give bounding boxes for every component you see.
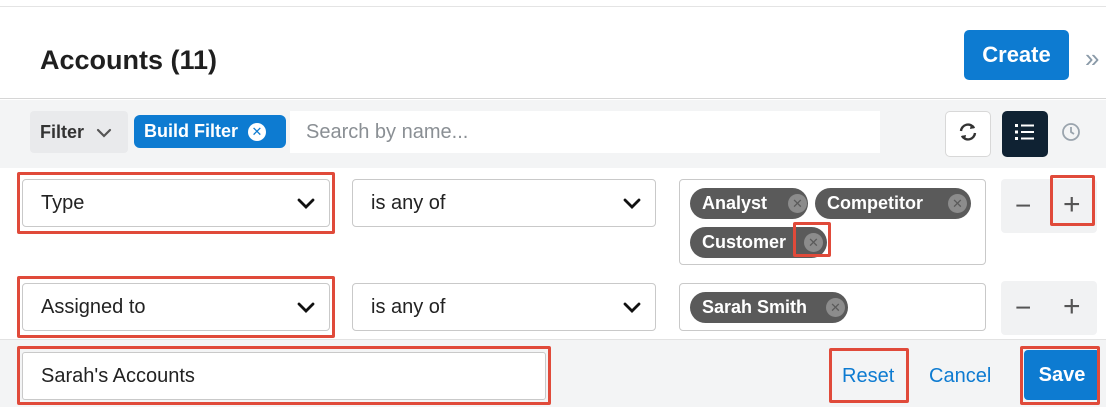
chevron-down-icon [96, 122, 112, 143]
remove-tag-icon[interactable]: ✕ [788, 194, 807, 213]
filter-name-input[interactable] [22, 352, 546, 400]
create-button[interactable]: Create [964, 30, 1069, 80]
add-row-icon[interactable]: + [1063, 190, 1081, 220]
double-chevron-right-icon[interactable]: » [1085, 45, 1099, 71]
chevron-down-icon [297, 297, 315, 320]
build-filter-pill[interactable]: Build Filter ✕ [134, 115, 286, 148]
build-filter-label: Build Filter [144, 121, 238, 141]
activity-stream-button[interactable] [1048, 111, 1094, 157]
remove-row-icon[interactable]: − [1015, 294, 1031, 322]
operator-select[interactable]: is any of [352, 283, 656, 331]
field-select-value: Type [41, 191, 85, 214]
field-select-assigned[interactable]: Assigned to [22, 283, 330, 331]
search-input[interactable] [290, 111, 880, 153]
remove-tag-icon[interactable]: ✕ [804, 233, 823, 252]
value-tags-field[interactable]: Analyst ✕ Competitor ✕ Customer ✕ [679, 179, 986, 265]
value-tags-field[interactable]: Sarah Smith ✕ [679, 283, 986, 331]
value-tag: Customer ✕ [690, 227, 827, 258]
filter-dropdown-label: Filter [40, 121, 85, 142]
filter-bar: Filter Build Filter ✕ [0, 100, 1106, 168]
value-tag: Analyst ✕ [690, 188, 808, 219]
filter-footer: Reset Cancel Save [0, 339, 1106, 407]
filter-dropdown[interactable]: Filter [30, 111, 128, 153]
field-select-type[interactable]: Type [22, 179, 330, 227]
remove-row-icon[interactable]: − [1015, 192, 1031, 220]
list-header: Accounts (11) Create » [0, 7, 1106, 99]
cancel-button[interactable]: Cancel [929, 365, 991, 388]
value-tag-label: Sarah Smith [702, 297, 808, 317]
operator-select-value: is any of [371, 295, 446, 318]
remove-filter-icon[interactable]: ✕ [248, 122, 266, 141]
row-stepper: − + [1001, 281, 1097, 335]
value-tag-label: Customer [702, 232, 787, 252]
chevron-down-icon [623, 193, 641, 216]
row-stepper: − + [1001, 179, 1097, 233]
value-tag-label: Competitor [827, 193, 923, 213]
refresh-button[interactable] [945, 111, 991, 157]
operator-select[interactable]: is any of [352, 179, 656, 227]
value-tag: Sarah Smith ✕ [690, 292, 848, 323]
page-title: Accounts (11) [40, 45, 218, 75]
filter-rows: Type is any of Analyst ✕ Competitor ✕ Cu… [0, 168, 1106, 339]
value-tag: Competitor ✕ [815, 188, 971, 219]
save-button[interactable]: Save [1024, 350, 1100, 400]
list-view-button[interactable] [1002, 111, 1048, 157]
field-select-value: Assigned to [41, 295, 146, 318]
remove-tag-icon[interactable]: ✕ [826, 298, 845, 317]
list-view-icon [1015, 123, 1035, 146]
chevron-down-icon [623, 297, 641, 320]
clock-icon [1061, 122, 1081, 147]
refresh-icon [957, 121, 979, 148]
add-row-icon[interactable]: + [1063, 292, 1081, 322]
reset-button[interactable]: Reset [842, 365, 894, 388]
value-tag-label: Analyst [702, 193, 768, 213]
remove-tag-icon[interactable]: ✕ [948, 194, 967, 213]
operator-select-value: is any of [371, 191, 446, 214]
chevron-down-icon [297, 193, 315, 216]
